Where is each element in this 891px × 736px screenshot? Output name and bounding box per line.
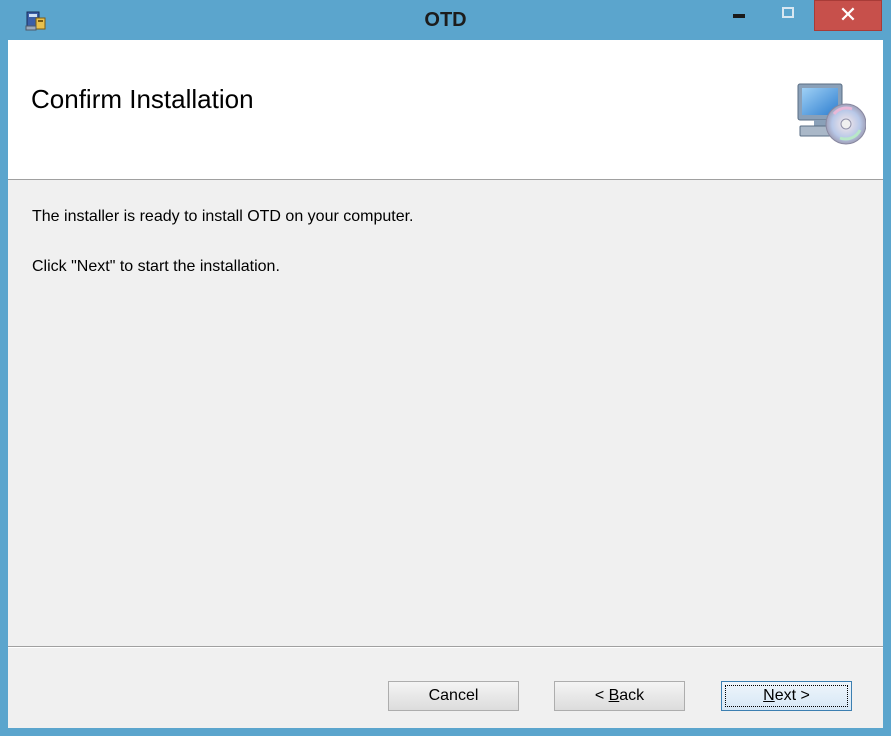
cancel-button[interactable]: Cancel xyxy=(388,681,519,711)
back-mnemonic: B xyxy=(608,687,620,704)
ready-message: The installer is ready to install OTD on… xyxy=(32,208,414,225)
minimize-button[interactable] xyxy=(717,0,759,31)
dialog-client-area: Confirm Installation The installer is re… xyxy=(8,40,883,728)
dialog-header: Confirm Installation xyxy=(8,40,883,180)
footer-divider xyxy=(8,646,883,648)
minimize-icon xyxy=(733,14,745,18)
installer-window: OTD ✕ Confirm Installation The installer… xyxy=(0,0,891,736)
back-button-label: < Back xyxy=(595,687,644,704)
maximize-button xyxy=(767,0,809,31)
next-button[interactable]: Next > xyxy=(721,681,852,711)
back-button[interactable]: < Back xyxy=(554,681,685,711)
installer-app-icon[interactable] xyxy=(24,8,48,32)
next-button-label: Next > xyxy=(763,687,810,704)
back-label-rest: ack xyxy=(619,687,645,704)
title-bar[interactable]: OTD ✕ xyxy=(0,0,891,40)
next-mnemonic: N xyxy=(763,687,775,704)
maximize-icon xyxy=(782,7,794,18)
close-button[interactable]: ✕ xyxy=(814,0,882,31)
close-icon: ✕ xyxy=(838,3,858,28)
cancel-button-label: Cancel xyxy=(428,687,479,704)
page-title: Confirm Installation xyxy=(31,84,254,114)
computer-cd-icon xyxy=(797,83,866,145)
instruction-message: Click "Next" to start the installation. xyxy=(32,258,280,275)
next-label-rest: ext > xyxy=(774,687,810,704)
back-arrow: < xyxy=(594,687,609,704)
